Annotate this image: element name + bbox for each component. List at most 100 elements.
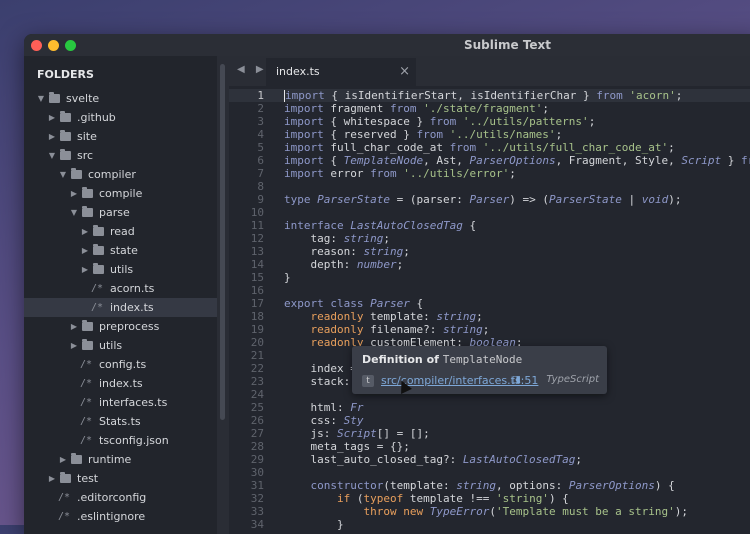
sidebar-folder[interactable]: ▶ compile <box>24 184 217 203</box>
chevron-right-icon[interactable]: ▶ <box>58 450 68 469</box>
code-line[interactable]: 17 export class Parser { <box>229 297 750 310</box>
sidebar-file[interactable]: /* acorn.ts <box>24 279 217 298</box>
type-badge-icon: t <box>362 375 374 387</box>
code-line[interactable]: 8 <box>229 180 750 193</box>
code-line[interactable]: 31 constructor(template: string, options… <box>229 479 750 492</box>
code-line[interactable]: 16 <box>229 284 750 297</box>
sidebar-file[interactable]: /* interfaces.ts <box>24 393 217 412</box>
sidebar-file[interactable]: /* config.ts <box>24 355 217 374</box>
code-line[interactable]: 15} <box>229 271 750 284</box>
code-line[interactable]: 13 reason: string; <box>229 245 750 258</box>
code-text: } <box>284 271 291 284</box>
sidebar-item-label: config.ts <box>99 358 147 371</box>
folder-icon <box>82 206 93 217</box>
line-number: 8 <box>257 180 264 193</box>
sidebar-file[interactable]: /* tsconfig.json <box>24 431 217 450</box>
chevron-right-icon[interactable]: ▶ <box>69 317 79 336</box>
chevron-down-icon[interactable]: ▼ <box>36 89 46 108</box>
line-number: 20 <box>250 336 264 349</box>
code-editor[interactable]: 1 import { isIdentifierStart, isIdentifie… <box>229 86 750 534</box>
code-line[interactable]: 19 readonly filename?: string; <box>229 323 750 336</box>
sidebar-file[interactable]: /* Stats.ts <box>24 412 217 431</box>
tab-nav-arrows-icon[interactable]: ◀ ▶ <box>237 64 268 75</box>
close-window-button[interactable] <box>31 40 42 51</box>
folder-icon <box>60 472 71 483</box>
chevron-down-icon[interactable]: ▼ <box>69 203 79 222</box>
chevron-right-icon[interactable]: ▶ <box>47 127 57 146</box>
tab-close-icon[interactable]: × <box>399 58 410 86</box>
code-line[interactable]: 5 import full_char_code_at from '../utils… <box>229 141 750 154</box>
chevron-down-icon[interactable]: ▼ <box>47 146 57 165</box>
code-line[interactable]: 28 meta_tags = {}; <box>229 440 750 453</box>
line-number: 2 <box>257 102 264 115</box>
code-line[interactable]: 11 interface LastAutoClosedTag { <box>229 219 750 232</box>
sidebar-item-label: .github <box>77 111 116 124</box>
sidebar-folder[interactable]: ▼ compiler <box>24 165 217 184</box>
sidebar-folder[interactable]: ▶ runtime <box>24 450 217 469</box>
tab-index-ts[interactable]: index.ts × <box>266 58 416 86</box>
code-line[interactable]: 32 if (typeof template !== 'string') { <box>229 492 750 505</box>
code-line[interactable]: 4 import { reserved } from '../utils/name… <box>229 128 750 141</box>
line-number: 32 <box>250 492 264 505</box>
sidebar-folder[interactable]: ▼ svelte <box>24 89 217 108</box>
code-line[interactable]: 1 import { isIdentifierStart, isIdentifie… <box>229 89 750 102</box>
sidebar-file[interactable]: /* .editorconfig <box>24 488 217 507</box>
sidebar-folder[interactable]: ▼ src <box>24 146 217 165</box>
code-line[interactable]: 14 depth: number; <box>229 258 750 271</box>
chevron-right-icon[interactable]: ▶ <box>47 108 57 127</box>
open-split-icon[interactable]: ◨ <box>512 375 521 385</box>
chevron-right-icon[interactable]: ▶ <box>69 184 79 203</box>
chevron-right-icon[interactable]: ▶ <box>69 336 79 355</box>
sidebar-folder[interactable]: ▶ utils <box>24 260 217 279</box>
code-line[interactable]: 9 type ParserState = (parser: Parser) => … <box>229 193 750 206</box>
popup-language: TypeScript <box>546 374 599 385</box>
code-line[interactable]: 27 js: Script[] = []; <box>229 427 750 440</box>
sidebar-folder[interactable]: ▶ utils <box>24 336 217 355</box>
sidebar-item-label: index.ts <box>110 301 154 314</box>
code-line[interactable]: 6 import { TemplateNode, Ast, ParserOptio… <box>229 154 750 167</box>
file-icon: /* <box>80 416 93 427</box>
sidebar-folder[interactable]: ▼ parse <box>24 203 217 222</box>
line-number: 1 <box>257 89 264 102</box>
code-line[interactable]: 7 import error from '../utils/error'; <box>229 167 750 180</box>
code-line[interactable]: 3 import { whitespace } from '../utils/pa… <box>229 115 750 128</box>
code-line[interactable]: 30 <box>229 466 750 479</box>
sidebar-folder[interactable]: ▶ read <box>24 222 217 241</box>
sidebar-file[interactable]: /* .eslintignore <box>24 507 217 526</box>
line-number: 24 <box>250 388 264 401</box>
sidebar-item-label: interfaces.ts <box>99 396 168 409</box>
sidebar-folder[interactable]: ▶ test <box>24 469 217 488</box>
chevron-right-icon[interactable]: ▶ <box>80 222 90 241</box>
chevron-right-icon[interactable]: ▶ <box>80 241 90 260</box>
line-number: 33 <box>250 505 264 518</box>
tab-bar: ◀ ▶ index.ts × <box>229 56 750 86</box>
code-line[interactable]: 2 import fragment from './state/fragment'… <box>229 102 750 115</box>
code-line[interactable]: 26 css: Sty <box>229 414 750 427</box>
code-line[interactable]: 29 last_auto_closed_tag?: LastAutoClosed… <box>229 453 750 466</box>
sidebar-scrollbar-thumb[interactable] <box>220 64 225 420</box>
code-text: interface LastAutoClosedTag { <box>284 219 477 232</box>
code-line[interactable]: 12 tag: string; <box>229 232 750 245</box>
sidebar-folder[interactable]: ▶ site <box>24 127 217 146</box>
code-line[interactable]: 25 html: Fr <box>229 401 750 414</box>
definition-popup: Definition of TemplateNode t src/compile… <box>352 346 607 394</box>
chevron-down-icon[interactable]: ▼ <box>58 165 68 184</box>
code-line[interactable]: 10 <box>229 206 750 219</box>
code-text: import full_char_code_at from '../utils/… <box>284 141 675 154</box>
chevron-right-icon[interactable]: ▶ <box>80 260 90 279</box>
sidebar-folder[interactable]: ▶ preprocess <box>24 317 217 336</box>
line-number: 18 <box>250 310 264 323</box>
sidebar-file[interactable]: /* index.ts <box>24 298 217 317</box>
sidebar-file[interactable]: /* index.ts <box>24 374 217 393</box>
file-icon: /* <box>91 302 104 313</box>
code-line[interactable]: 18 readonly template: string; <box>229 310 750 323</box>
code-text: import { whitespace } from '../utils/pat… <box>284 115 596 128</box>
zoom-window-button[interactable] <box>65 40 76 51</box>
sidebar-folder[interactable]: ▶ .github <box>24 108 217 127</box>
chevron-right-icon[interactable]: ▶ <box>47 469 57 488</box>
sidebar-folder[interactable]: ▶ state <box>24 241 217 260</box>
window-title: Sublime Text <box>464 38 552 52</box>
code-line[interactable]: 33 throw new TypeError('Template must be… <box>229 505 750 518</box>
folders-heading: FOLDERS <box>37 68 94 81</box>
minimize-window-button[interactable] <box>48 40 59 51</box>
